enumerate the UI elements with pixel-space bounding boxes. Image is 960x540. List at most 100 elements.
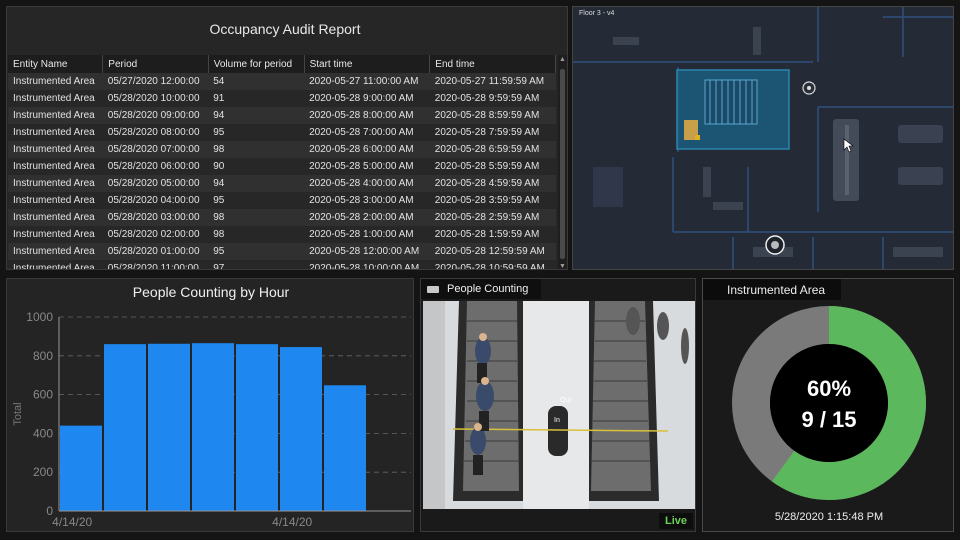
cell-end-time: 2020-05-28 4:59:59 AM [429,175,556,192]
cell-period: 05/28/2020 11:00:00 [102,260,209,269]
cell-start-time: 2020-05-28 7:00:00 AM [304,124,430,141]
camera-title: People Counting [447,283,529,295]
people-counting-chart-panel: People Counting by Hour 0 200 400 600 800 100… [6,278,414,532]
cell-volume: 95 [208,124,305,141]
cell-period: 05/28/2020 01:00:00 [102,243,209,260]
cell-entity-name: Instrumented Area [8,90,103,107]
cell-volume: 97 [208,260,305,269]
table-row[interactable]: Instrumented Area 05/28/2020 03:00:00 98 20… [8,209,556,226]
cell-period: 05/28/2020 06:00:00 [102,158,209,175]
table-row[interactable]: Instrumented Area 05/28/2020 04:00:00 95 20… [8,192,556,209]
cell-entity-name: Instrumented Area [8,192,103,209]
bar-chart: 020040060080010004/14/20 4/14/20Total [12,310,411,529]
table-row[interactable]: Instrumented Area 05/28/2020 06:00:00 90 20… [8,158,556,175]
cell-volume: 98 [208,141,305,158]
floor-plan-drawing [573,7,953,269]
cell-start-time: 2020-05-28 4:00:00 AM [304,175,430,192]
table-row[interactable]: Instrumented Area 05/28/2020 11:00:00 97 20… [8,260,556,269]
cell-period: 05/28/2020 02:00:00 [102,226,209,243]
occupancy-percent: 60% [806,376,852,401]
scroll-down-icon[interactable]: ▼ [558,263,567,269]
table-row[interactable]: Instrumented Area 05/28/2020 08:00:00 95 20… [8,124,556,141]
map-title: Floor 3 - v4 [579,10,615,17]
cell-entity-name: Instrumented Area [8,158,103,175]
cell-volume: 95 [208,243,305,260]
table-row[interactable]: Instrumented Area 05/28/2020 10:00:00 91 20… [8,90,556,107]
cell-period: 05/28/2020 03:00:00 [102,209,209,226]
cell-start-time: 2020-05-28 8:00:00 AM [304,107,430,124]
cell-end-time: 2020-05-28 8:59:59 AM [429,107,556,124]
column-header-period[interactable]: Period [102,55,209,73]
scrollbar-thumb[interactable] [560,69,565,259]
camera-feed-panel[interactable]: People Counting In Out Live [420,278,696,532]
cell-entity-name: Instrumented Area [8,209,103,226]
cell-volume: 94 [208,175,305,192]
bar [324,385,366,511]
bar [104,344,146,511]
mouse-cursor-icon [843,138,854,153]
cell-end-time: 2020-05-28 2:59:59 AM [429,209,556,226]
bar [192,343,234,511]
column-header-end-time[interactable]: End time [429,55,556,73]
occupancy-ratio: 9 / 15 [801,407,857,432]
cell-entity-name: Instrumented Area [8,124,103,141]
table-row[interactable]: Instrumented Area 05/28/2020 01:00:00 95 20… [8,243,556,260]
column-header-entity-name[interactable]: Entity Name [8,55,104,73]
cell-start-time: 2020-05-28 2:00:00 AM [304,209,430,226]
cell-volume: 98 [208,209,305,226]
y-tick-label: 200 [33,465,53,479]
floor-map-panel[interactable]: Floor 3 - v4 [572,6,954,270]
cell-end-time: 2020-05-28 12:59:59 AM [429,243,556,260]
cell-start-time: 2020-05-28 12:00:00 AM [304,243,430,260]
bar [148,343,190,511]
cell-period: 05/28/2020 09:00:00 [102,107,209,124]
report-scrollbar[interactable]: ▲ ▼ [558,55,567,269]
video-camera-icon [427,286,439,293]
cell-volume: 94 [208,107,305,124]
y-tick-label: 400 [33,426,53,440]
cell-start-time: 2020-05-28 3:00:00 AM [304,192,430,209]
cell-entity-name: Instrumented Area [8,175,103,192]
cell-entity-name: Instrumented Area [8,73,103,90]
cell-start-time: 2020-05-28 5:00:00 AM [304,158,430,175]
bar [280,347,322,511]
y-tick-label: 1000 [26,310,53,324]
cell-start-time: 2020-05-28 1:00:00 AM [304,226,430,243]
camera-sensor-icon[interactable] [762,232,788,258]
cell-start-time: 2020-05-28 6:00:00 AM [304,141,430,158]
donut-center [770,344,888,462]
cell-end-time: 2020-05-28 7:59:59 AM [429,124,556,141]
y-tick-label: 600 [33,388,53,402]
column-header-volume[interactable]: Volume for period [208,55,305,73]
live-status-badge: Live [658,513,693,529]
y-tick-label: 800 [33,349,53,363]
bar [236,344,278,511]
cell-start-time: 2020-05-27 11:00:00 AM [304,73,430,90]
report-title: Occupancy Audit Report [209,21,361,37]
table-row[interactable]: Instrumented Area 05/28/2020 02:00:00 98 20… [8,226,556,243]
cell-end-time: 2020-05-28 1:59:59 AM [429,226,556,243]
cell-entity-name: Instrumented Area [8,107,103,124]
table-row[interactable]: Instrumented Area 05/28/2020 09:00:00 94 20… [8,107,556,124]
camera-sensor-icon[interactable] [799,78,819,98]
table-row[interactable]: Instrumented Area 05/27/2020 12:00:00 54 20… [8,73,556,90]
count-line-label-in: In [554,417,560,424]
cell-volume: 54 [208,73,305,90]
cell-period: 05/28/2020 08:00:00 [102,124,209,141]
table-header-row: Entity Name Period Volume for period Sta… [8,55,556,73]
cell-entity-name: Instrumented Area [8,243,103,260]
cell-end-time: 2020-05-28 3:59:59 AM [429,192,556,209]
table-row[interactable]: Instrumented Area 05/28/2020 07:00:00 98 20… [8,141,556,158]
column-header-start-time[interactable]: Start time [304,55,431,73]
cell-end-time: 2020-05-28 6:59:59 AM [429,141,556,158]
video-feed[interactable]: In Out [423,301,695,509]
cell-end-time: 2020-05-27 11:59:59 AM [429,73,556,90]
bar [60,425,102,511]
cell-period: 05/28/2020 05:00:00 [102,175,209,192]
x-tick-label: 4/14/20 [52,515,92,529]
cell-volume: 98 [208,226,305,243]
table-row[interactable]: Instrumented Area 05/28/2020 05:00:00 94 20… [8,175,556,192]
report-table: Entity Name Period Volume for period Sta… [8,55,556,269]
scroll-up-icon[interactable]: ▲ [558,56,567,63]
occupancy-donut-panel: Instrumented Area 60% 9 / 15 5/28/2020 1… [702,278,954,532]
